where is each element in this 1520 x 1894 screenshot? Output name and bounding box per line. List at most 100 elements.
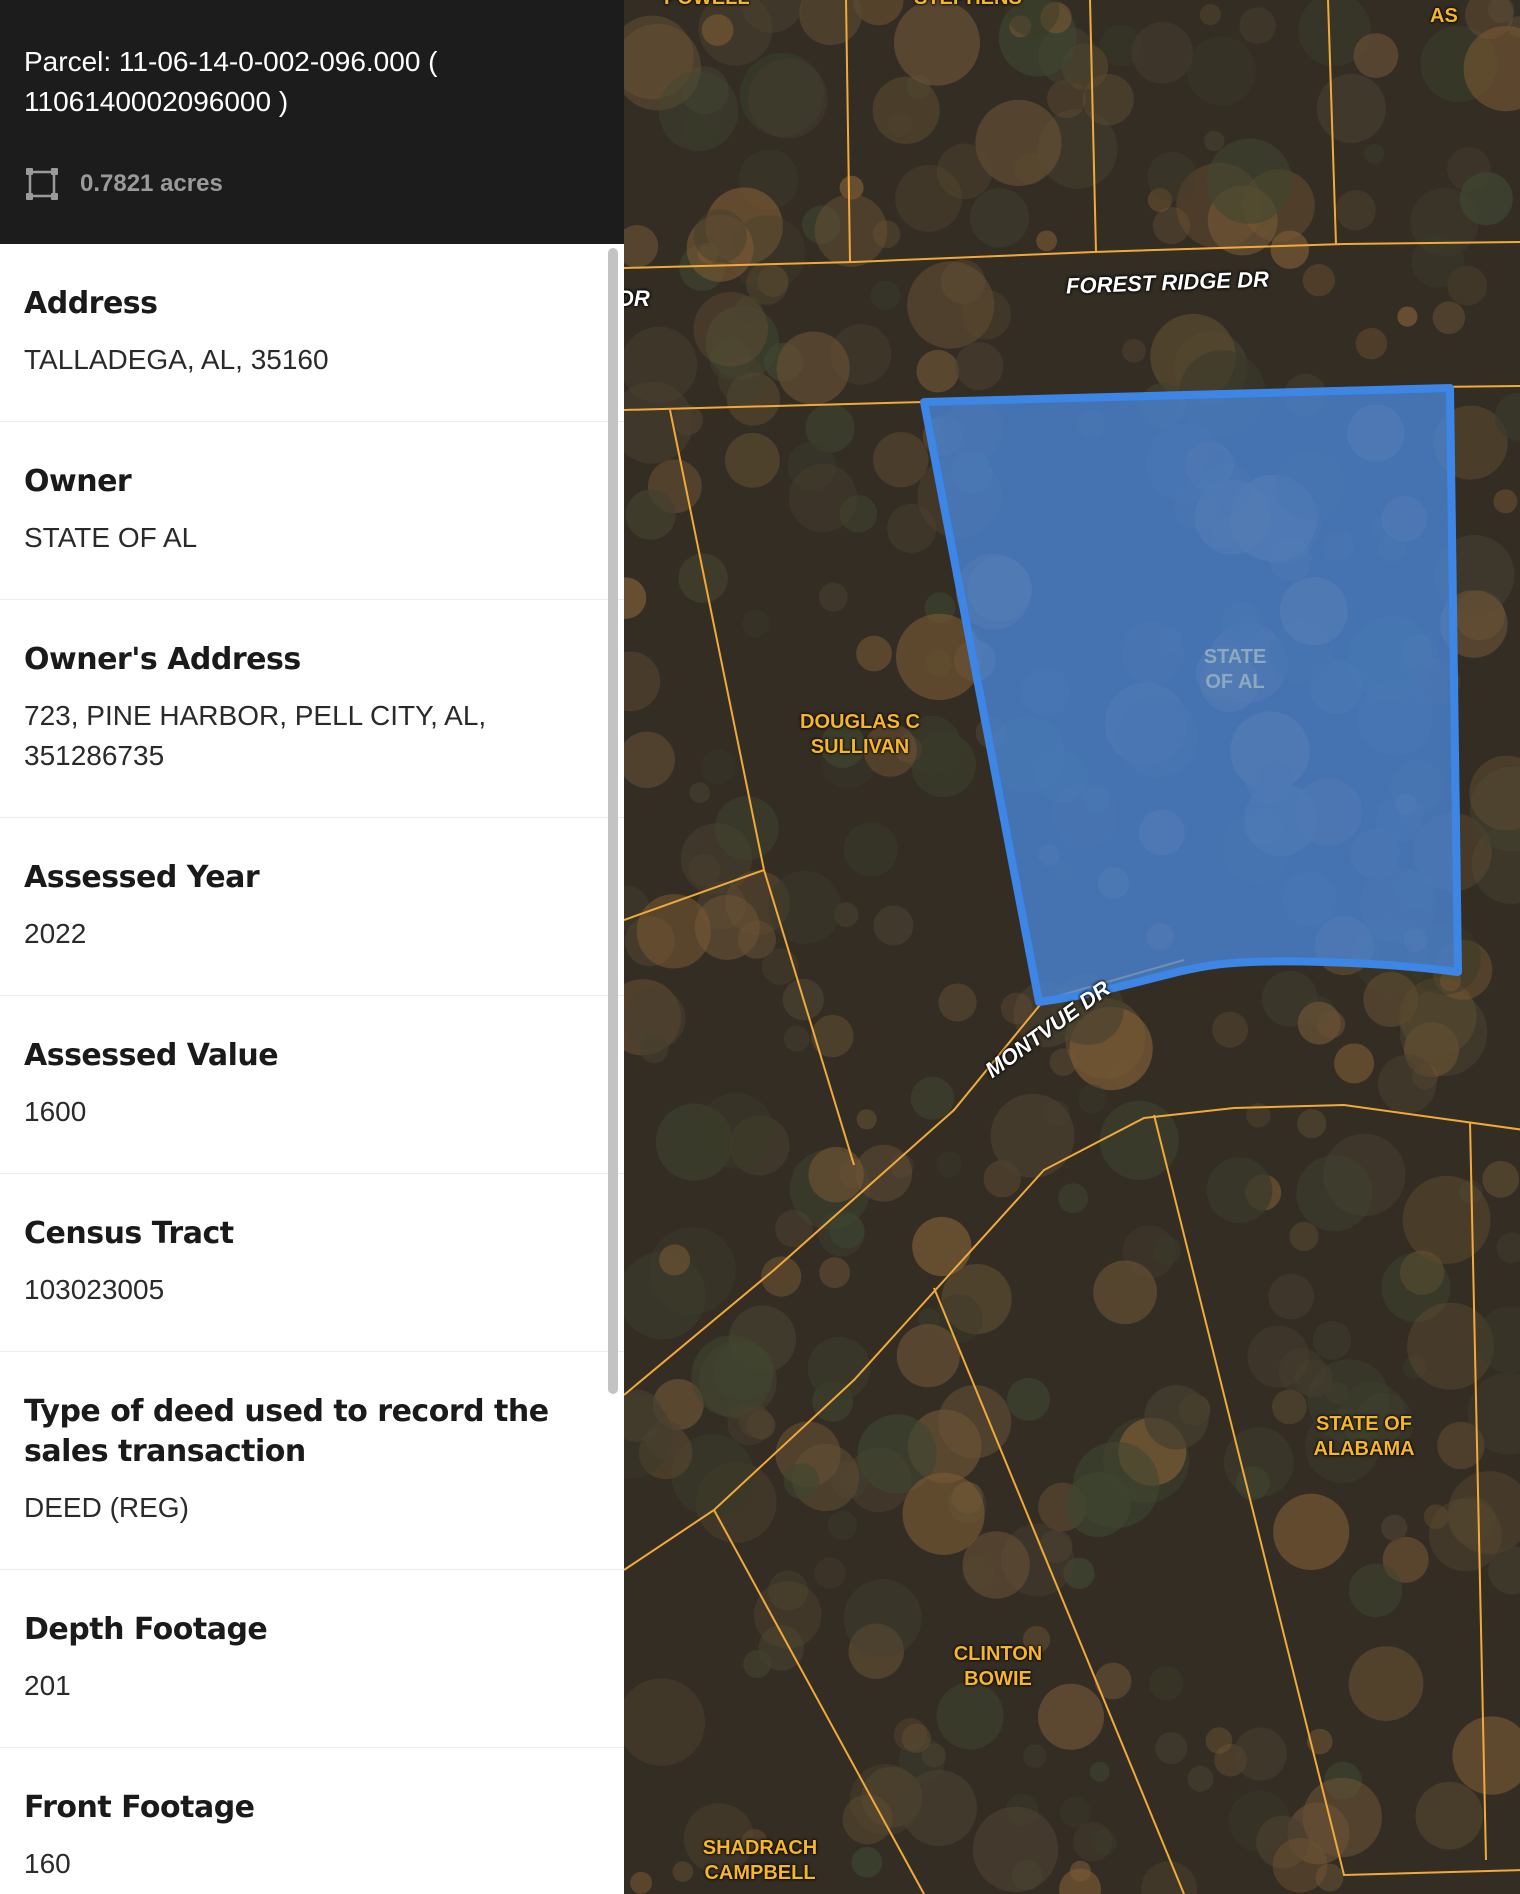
tree-crown — [901, 1723, 931, 1753]
tree-crown — [1302, 264, 1336, 297]
tree-crown — [972, 1806, 1059, 1893]
parcel-fields-list[interactable]: Address TALLADEGA, AL, 35160 Owner STATE… — [0, 244, 624, 1894]
parcel-header: Parcel: 11-06-14-0-002-096.000 ( 1106140… — [0, 0, 624, 244]
tree-crown — [819, 1257, 850, 1289]
tree-crown — [1122, 338, 1146, 363]
tree-crown — [842, 1794, 893, 1845]
parcel-id: Parcel: 11-06-14-0-002-096.000 ( 1106140… — [24, 46, 438, 117]
tree-crown — [1036, 230, 1057, 252]
tree-crown — [1459, 172, 1513, 226]
tree-crown — [753, 1581, 822, 1649]
tree-crown — [1206, 1157, 1273, 1223]
panel-scrollbar[interactable] — [608, 248, 618, 1394]
tree-crown — [873, 432, 929, 488]
field-value: 201 — [24, 1670, 71, 1701]
tree-crown — [1432, 301, 1466, 335]
tree-crown — [625, 489, 676, 540]
tree-crown — [768, 870, 842, 945]
field-value: DEED (REG) — [24, 1492, 189, 1523]
tree-crown — [1131, 22, 1193, 84]
tree-crown — [714, 796, 779, 861]
tree-crown — [1297, 1109, 1327, 1139]
tree-crown — [1364, 143, 1385, 164]
tree-crown — [811, 1014, 854, 1058]
tree-crown — [1186, 36, 1256, 106]
tree-crown — [1381, 1514, 1408, 1541]
owner-label-top-left[interactable]: POWELL — [664, 0, 750, 11]
tree-crown — [1153, 1236, 1182, 1265]
tree-crown — [1268, 1273, 1314, 1320]
field-assessed-year: Assessed Year 2022 — [0, 818, 624, 996]
tree-crown — [640, 1034, 669, 1064]
tree-crown — [1147, 151, 1197, 202]
tree-crown — [725, 432, 780, 488]
tree-crown — [936, 1682, 1004, 1750]
tree-crown — [1007, 1377, 1050, 1421]
tree-crown — [896, 1324, 960, 1388]
satellite-map[interactable]: POWELL STEPHENS AS FOREST RIDGE DR DR MO… — [624, 0, 1520, 1894]
tree-crown — [1204, 130, 1225, 152]
tree-crown — [1316, 73, 1386, 143]
tree-crown — [1149, 1666, 1184, 1701]
parcel-details-panel: Parcel: 11-06-14-0-002-096.000 ( 1106140… — [0, 0, 624, 1894]
tree-crown — [747, 58, 828, 139]
field-label: Depth Footage — [24, 1612, 268, 1647]
owner-label-selected[interactable]: STATE OF AL — [1170, 645, 1300, 695]
tree-crown — [1212, 1011, 1249, 1048]
field-address: Address TALLADEGA, AL, 35160 — [0, 244, 624, 422]
owner-label-state-of-alabama[interactable]: STATE OF ALABAMA — [1294, 1412, 1434, 1462]
tree-crown — [658, 71, 739, 151]
tree-crown — [843, 822, 898, 877]
field-owners-address: Owner's Address 723, PINE HARBOR, PELL C… — [0, 600, 624, 818]
tree-crown — [1233, 1727, 1287, 1781]
owner-label-clinton-bowie[interactable]: CLINTON BOWIE — [928, 1642, 1068, 1692]
tree-crown — [698, 1093, 774, 1169]
tree-crown — [962, 1531, 1030, 1599]
tree-crown — [1273, 1493, 1350, 1570]
owner-label-douglas-sullivan[interactable]: DOUGLAS C SULLIVAN — [790, 710, 930, 760]
tree-crown — [1199, 4, 1221, 26]
field-value: 723, PINE HARBOR, PELL CITY, AL, 3512867… — [24, 700, 487, 771]
tree-crown — [701, 14, 734, 46]
acreage-row: 0.7821 acres — [24, 164, 223, 204]
tree-crown — [1482, 1160, 1520, 1198]
tree-crown — [659, 1244, 691, 1276]
tree-crown — [745, 262, 789, 305]
tree-crown — [678, 553, 728, 603]
owner-label-shadrach-campbell[interactable]: SHADRACH CAMPBELL — [690, 1836, 830, 1886]
field-label: Census Tract — [24, 1216, 234, 1251]
field-label: Type of deed used to record the sales tr… — [24, 1394, 549, 1469]
tree-crown — [955, 342, 1004, 391]
tree-crown — [700, 749, 736, 785]
tree-crown — [1334, 1043, 1375, 1084]
tree-crown — [783, 1463, 820, 1500]
field-depth-footage: Depth Footage 201 — [0, 1570, 624, 1748]
tree-crown — [938, 983, 977, 1022]
tree-crown — [1060, 1797, 1091, 1828]
tree-crown — [689, 782, 711, 804]
tree-crown — [1402, 1175, 1491, 1264]
field-value: 2022 — [24, 918, 87, 949]
tree-crown — [1247, 1325, 1310, 1388]
tree-crown — [1302, 1777, 1382, 1858]
field-value: 103023005 — [24, 1274, 165, 1305]
tree-crown — [1038, 1683, 1104, 1750]
tree-crown — [1144, 1385, 1209, 1450]
tree-crown — [1296, 1155, 1373, 1232]
tree-crown — [910, 1076, 954, 1120]
tree-crown — [1058, 1183, 1089, 1214]
field-value: STATE OF AL — [24, 522, 198, 553]
tree-crown — [1335, 190, 1376, 231]
tree-crown — [808, 1146, 864, 1203]
field-label: Front Footage — [24, 1790, 255, 1825]
field-value: 1600 — [24, 1096, 87, 1127]
owner-label-top-mid[interactable]: STEPHENS — [914, 0, 1022, 11]
selection-area-icon — [24, 166, 60, 202]
tree-crown — [776, 331, 850, 405]
tree-crown — [807, 1336, 871, 1400]
field-label: Owner — [24, 464, 132, 499]
tree-crown — [1239, 7, 1276, 44]
tree-crown — [1348, 1646, 1424, 1721]
tree-crown — [1348, 1563, 1403, 1618]
owner-label-top-right[interactable]: AS — [1430, 4, 1458, 29]
